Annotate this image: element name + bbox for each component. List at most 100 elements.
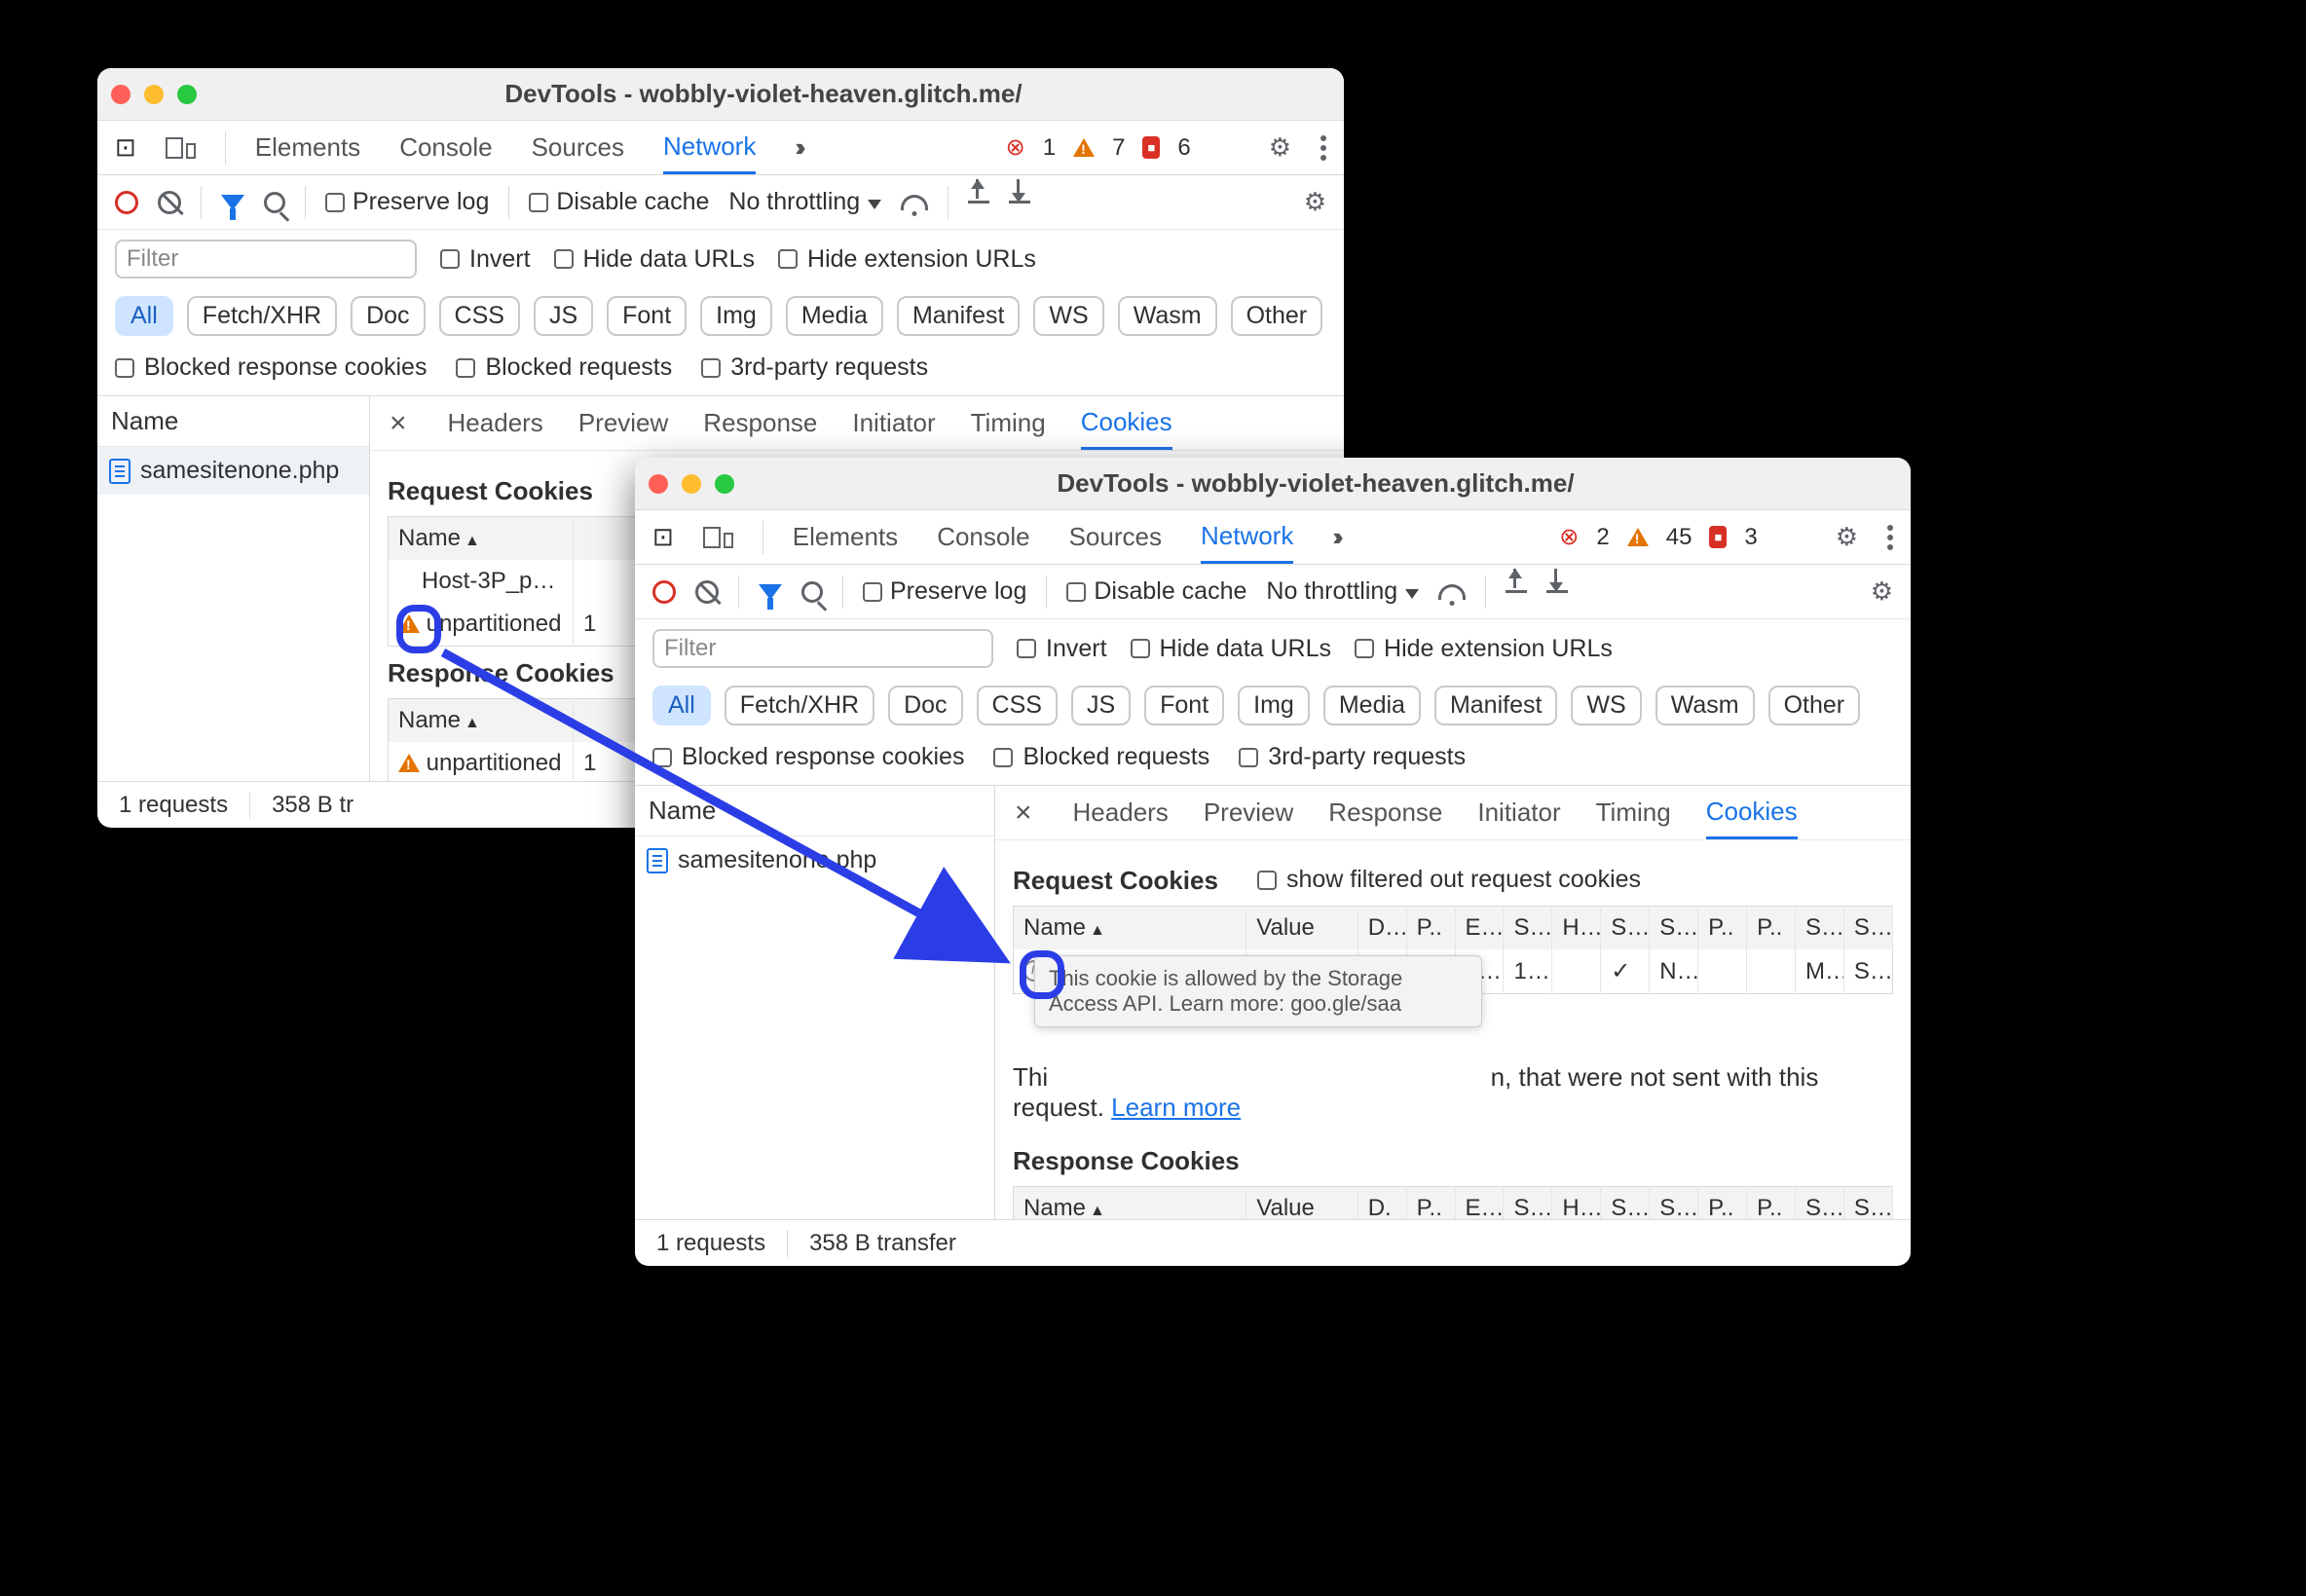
chip-wasm[interactable]: Wasm (1655, 686, 1755, 725)
zoom-window[interactable] (715, 474, 734, 494)
dtab-initiator[interactable]: Initiator (1477, 788, 1560, 837)
network-conditions-icon[interactable] (1438, 584, 1466, 600)
chip-font[interactable]: Font (1144, 686, 1224, 725)
search-icon[interactable] (264, 192, 285, 213)
filter-input[interactable]: Filter (652, 629, 993, 668)
chip-media[interactable]: Media (786, 296, 883, 336)
chip-other[interactable]: Other (1768, 686, 1861, 725)
chip-img[interactable]: Img (700, 296, 772, 336)
chip-other[interactable]: Other (1231, 296, 1323, 336)
blocked-response-cookies-option[interactable]: Blocked response cookies (652, 743, 964, 771)
clear-icon[interactable] (695, 580, 719, 604)
tab-console[interactable]: Console (937, 512, 1029, 562)
import-har-icon[interactable] (1506, 590, 1527, 593)
preserve-log-option[interactable]: Preserve log (863, 577, 1026, 606)
chip-fetchxhr[interactable]: Fetch/XHR (725, 686, 874, 725)
hide-data-urls-option[interactable]: Hide data URLs (554, 245, 755, 274)
third-party-requests-option[interactable]: 3rd-party requests (1239, 743, 1466, 771)
minimize-window[interactable] (682, 474, 701, 494)
hide-extension-urls-option[interactable]: Hide extension URLs (1355, 635, 1613, 663)
issue-badges[interactable]: ⊗1 7 ■6 (1006, 133, 1191, 162)
throttling-select[interactable]: No throttling (728, 188, 881, 216)
inspect-icon[interactable]: ⊡ (115, 132, 136, 163)
tab-sources[interactable]: Sources (1069, 512, 1162, 562)
blocked-requests-option[interactable]: Blocked requests (456, 353, 672, 382)
tab-network[interactable]: Network (663, 122, 756, 174)
device-toggle-icon[interactable] (703, 527, 733, 548)
record-icon[interactable] (115, 191, 138, 214)
filter-input[interactable]: Filter (115, 240, 417, 278)
minimize-window[interactable] (144, 85, 164, 104)
checkbox[interactable] (325, 193, 345, 212)
disable-cache-option[interactable]: Disable cache (529, 188, 709, 216)
chip-fetchxhr[interactable]: Fetch/XHR (187, 296, 337, 336)
export-har-icon[interactable] (1546, 590, 1568, 593)
chip-font[interactable]: Font (607, 296, 687, 336)
clear-icon[interactable] (158, 191, 181, 214)
checkbox[interactable] (529, 193, 548, 212)
search-icon[interactable] (801, 581, 823, 603)
blocked-response-cookies-option[interactable]: Blocked response cookies (115, 353, 427, 382)
col-name[interactable]: Name▲ (389, 517, 574, 561)
filter-icon[interactable] (221, 195, 244, 210)
network-settings-icon[interactable]: ⚙ (1871, 576, 1893, 607)
col-name[interactable]: Name▲ (1014, 907, 1246, 950)
inspect-icon[interactable]: ⊡ (652, 522, 674, 552)
chip-all[interactable]: All (115, 296, 173, 336)
show-filtered-cookies-option[interactable]: show filtered out request cookies (1257, 866, 1641, 894)
dtab-timing[interactable]: Timing (1596, 788, 1671, 837)
invert-option[interactable]: Invert (440, 245, 531, 274)
dtab-headers[interactable]: Headers (1073, 788, 1169, 837)
dtab-response[interactable]: Response (703, 398, 817, 448)
chip-img[interactable]: Img (1238, 686, 1310, 725)
close-detail-icon[interactable]: × (1009, 797, 1038, 830)
chip-css[interactable]: CSS (439, 296, 520, 336)
network-settings-icon[interactable]: ⚙ (1304, 187, 1326, 217)
tab-network[interactable]: Network (1201, 511, 1293, 564)
col-name[interactable]: Name▲ (1014, 1187, 1246, 1220)
kebab-menu-icon[interactable] (1320, 135, 1326, 161)
col-value[interactable]: Value (1246, 1187, 1358, 1220)
more-tabs-icon[interactable]: ›› (795, 132, 800, 163)
dtab-cookies[interactable]: Cookies (1081, 397, 1172, 450)
dtab-headers[interactable]: Headers (448, 398, 543, 448)
chip-doc[interactable]: Doc (888, 686, 962, 725)
chip-media[interactable]: Media (1323, 686, 1421, 725)
zoom-window[interactable] (177, 85, 197, 104)
kebab-menu-icon[interactable] (1887, 525, 1893, 550)
export-har-icon[interactable] (1009, 201, 1030, 204)
settings-icon[interactable]: ⚙ (1269, 132, 1291, 163)
dtab-preview[interactable]: Preview (1204, 788, 1293, 837)
chip-wasm[interactable]: Wasm (1118, 296, 1217, 336)
hide-extension-urls-option[interactable]: Hide extension URLs (778, 245, 1036, 274)
dtab-timing[interactable]: Timing (971, 398, 1046, 448)
import-har-icon[interactable] (968, 201, 989, 204)
disable-cache-option[interactable]: Disable cache (1066, 577, 1246, 606)
tab-elements[interactable]: Elements (793, 512, 898, 562)
network-conditions-icon[interactable] (901, 195, 928, 210)
chip-manifest[interactable]: Manifest (897, 296, 1020, 336)
tab-elements[interactable]: Elements (255, 123, 360, 172)
chip-doc[interactable]: Doc (351, 296, 425, 336)
chip-css[interactable]: CSS (977, 686, 1058, 725)
chip-js[interactable]: JS (534, 296, 593, 336)
close-window[interactable] (649, 474, 668, 494)
third-party-requests-option[interactable]: 3rd-party requests (701, 353, 928, 382)
close-window[interactable] (111, 85, 130, 104)
col-name[interactable]: Name (635, 786, 994, 836)
record-icon[interactable] (652, 580, 676, 604)
chip-manifest[interactable]: Manifest (1434, 686, 1557, 725)
dtab-cookies[interactable]: Cookies (1706, 787, 1798, 839)
throttling-select[interactable]: No throttling (1266, 577, 1419, 606)
tab-console[interactable]: Console (399, 123, 492, 172)
tab-sources[interactable]: Sources (532, 123, 624, 172)
issue-badges[interactable]: ⊗2 45 ■3 (1559, 523, 1757, 551)
blocked-requests-option[interactable]: Blocked requests (993, 743, 1209, 771)
col-name[interactable]: Name▲ (389, 699, 574, 743)
chip-js[interactable]: JS (1071, 686, 1131, 725)
request-row[interactable]: samesitenone.php (97, 447, 369, 495)
col-value[interactable]: Value (1246, 907, 1358, 950)
invert-option[interactable]: Invert (1017, 635, 1107, 663)
more-tabs-icon[interactable]: ›› (1332, 522, 1337, 552)
chip-all[interactable]: All (652, 686, 711, 725)
